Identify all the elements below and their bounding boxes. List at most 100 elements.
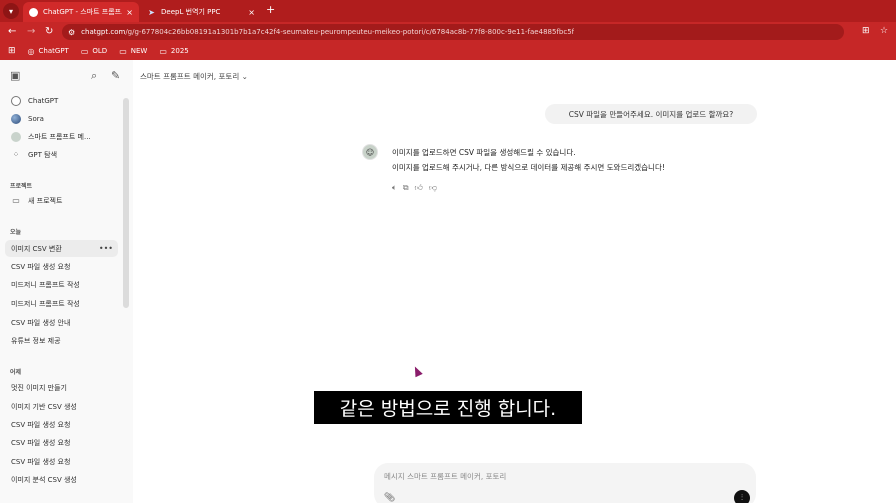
user-message: CSV 파일을 만들어주세요. 이미지를 업로드 할까요? (545, 104, 757, 124)
sidebar: ▣ ⌕ ✎ ChatGPT Sora 스마트 프롬프트 메... ⁘ GPT 탐… (0, 60, 133, 503)
address-bar-row: ← → ↻ ⚙ chatgpt.com/g/g-677804c26bb08191… (0, 22, 896, 42)
chatgpt-icon (11, 95, 21, 106)
search-icon[interactable]: ⌕ (91, 69, 97, 83)
assistant-avatar-icon: ☺ (362, 144, 378, 160)
history-item[interactable]: CSV 파일 생성 요청 (5, 434, 118, 451)
grid-icon: ⁘ (12, 150, 20, 159)
sidebar-item-label: ChatGPT (28, 96, 59, 105)
new-project-button[interactable]: ▭ 새 프로젝트 (5, 192, 118, 209)
tab-close-icon[interactable]: × (126, 8, 133, 17)
history-item[interactable]: CSV 파일 생성 안내 (5, 314, 118, 331)
history-item[interactable]: CSV 파일 생성 요청 (5, 258, 118, 275)
history-item[interactable]: 미드저니 프롬프트 작성 (5, 276, 118, 293)
sora-icon (11, 113, 21, 124)
bookmark-label: NEW (130, 47, 148, 55)
history-item[interactable]: 이미지 분석 CSV 생성 (5, 471, 118, 488)
history-item-label: CSV 파일 생성 요청 (11, 438, 71, 447)
url-path: /g/g-677804c26bb08191a1301b7b1a7c42f4-se… (125, 28, 575, 36)
bookmark-label: ChatGPT (38, 47, 69, 55)
new-chat-icon[interactable]: ✎ (111, 69, 120, 82)
tab-title: DeepL 번역기 PPC (161, 8, 221, 16)
history-item[interactable]: 멋진 이미지 만들기 (5, 379, 118, 396)
url-text: chatgpt.com/g/g-677804c26bb08191a1301b7b… (81, 28, 574, 36)
bookmark-new[interactable]: ▭ NEW (119, 47, 147, 56)
sidebar-item-gpt-explore[interactable]: ⁘ GPT 탐색 (5, 146, 118, 163)
history-item[interactable]: 이미지 CSV 변환 ••• (5, 240, 118, 257)
more-options-icon[interactable]: ••• (99, 244, 113, 253)
chevron-down-icon: ⌄ (241, 72, 248, 81)
history-item-label: 이미지 분석 CSV 생성 (11, 475, 77, 484)
history-item-label: 미드저니 프롬프트 작성 (11, 299, 80, 308)
folder-icon: ▭ (119, 46, 127, 56)
apps-grid-icon[interactable]: ⊞ (8, 46, 16, 56)
assistant-message-line: 이미지를 업로드해 주시거나, 다른 방식으로 데이터를 제공해 주시면 도와드… (392, 163, 665, 172)
folder-plus-icon: ▭ (12, 196, 20, 205)
tab-chatgpt[interactable]: ChatGPT - 스마트 프롬프트 메 × (23, 2, 139, 22)
mouse-cursor (411, 364, 423, 378)
tab-search-icon[interactable]: ▾ (3, 3, 19, 19)
composer-placeholder: 메시지 스마트 프롬프트 메이커, 포토리 (384, 472, 507, 481)
sidebar-item-label: Sora (28, 114, 44, 123)
history-item-label: 미드저니 프롬프트 작성 (11, 280, 80, 289)
sidebar-item-label: 스마트 프롬프트 메... (28, 132, 91, 141)
attach-paperclip-icon[interactable]: 📎︎ (384, 493, 395, 503)
gpt-model-selector[interactable]: 스마트 프롬프트 메이커, 포토리 ⌄ (140, 71, 248, 82)
video-subtitle: 같은 방법으로 진행 합니다. (314, 391, 582, 424)
browser-tab-bar: ▾ ChatGPT - 스마트 프롬프트 메 × ➤ DeepL 번역기 PPC… (0, 0, 896, 22)
site-info-icon[interactable]: ⚙ (68, 28, 75, 37)
bookmark-star-icon[interactable]: ☆ (880, 26, 888, 36)
projects-header: 프로젝트 (10, 183, 33, 190)
history-item[interactable]: 유튜브 정보 제공 (5, 332, 118, 349)
history-item[interactable]: CSV 파일 생성 요청 (5, 416, 118, 433)
sidebar-scrollbar[interactable] (123, 98, 129, 308)
history-item-label: 유튜브 정보 제공 (11, 336, 61, 345)
history-item[interactable]: 이미지 기반 CSV 생성 (5, 398, 118, 415)
tab-title: ChatGPT - 스마트 프롬프트 메 (43, 8, 122, 16)
today-header: 오늘 (10, 229, 22, 236)
history-item[interactable]: CSV 파일 생성 요청 (5, 453, 118, 470)
chatgpt-icon: ◎ (27, 46, 35, 56)
voice-mode-icon[interactable]: ⫶ (734, 490, 750, 503)
history-item[interactable]: 미드저니 프롬프트 작성 (5, 295, 118, 312)
bookmark-2025[interactable]: ▭ 2025 (159, 47, 188, 56)
url-input[interactable]: ⚙ chatgpt.com/g/g-677804c26bb08191a1301b… (62, 24, 844, 40)
gpt-title: 스마트 프롬프트 메이커, 포토리 (140, 72, 240, 81)
bookmark-old[interactable]: ▭ OLD (81, 47, 107, 56)
gpt-avatar-icon (11, 131, 21, 142)
assistant-message-line: 이미지를 업로드하면 CSV 파일을 생성해드릴 수 있습니다. (392, 148, 576, 157)
back-arrow-icon[interactable]: ← (8, 26, 16, 37)
bookmarks-bar: ⊞ ◎ ChatGPT ▭ OLD ▭ NEW ▭ 2025 (0, 42, 896, 60)
sidebar-item-smart-prompt[interactable]: 스마트 프롬프트 메... (5, 128, 118, 145)
bookmark-label: OLD (92, 47, 108, 55)
history-item-label: CSV 파일 생성 요청 (11, 262, 71, 271)
new-tab-button[interactable]: + (266, 3, 275, 16)
sidebar-item-label: GPT 탐색 (28, 150, 58, 159)
url-host: chatgpt.com (81, 28, 126, 36)
sidebar-item-chatgpt[interactable]: ChatGPT (5, 92, 118, 109)
translate-icon[interactable]: ⊞ (862, 26, 870, 36)
read-aloud-icon[interactable]: 🔈︎ (392, 183, 397, 193)
history-item-label: 이미지 기반 CSV 생성 (11, 402, 77, 411)
copy-icon[interactable]: ⧉ (403, 183, 409, 193)
tab-close-icon[interactable]: × (248, 8, 255, 17)
history-item-label: CSV 파일 생성 요청 (11, 457, 71, 466)
folder-icon: ▭ (159, 46, 167, 56)
sidebar-item-sora[interactable]: Sora (5, 110, 118, 127)
yesterday-header: 어제 (10, 369, 22, 376)
thumbs-down-icon[interactable]: 👎︎ (429, 183, 437, 193)
history-item-label: 이미지 CSV 변환 (11, 244, 62, 253)
tab-deepl[interactable]: ➤ DeepL 번역기 PPC × (141, 2, 261, 22)
deepl-favicon-icon: ➤ (148, 7, 155, 17)
history-item-label: CSV 파일 생성 안내 (11, 318, 71, 327)
bookmark-label: 2025 (170, 47, 189, 55)
folder-icon: ▭ (80, 46, 89, 56)
message-composer[interactable]: 메시지 스마트 프롬프트 메이커, 포토리 📎︎ ⫶ (374, 463, 756, 503)
history-item-label: CSV 파일 생성 요청 (11, 420, 71, 429)
history-item-label: 멋진 이미지 만들기 (11, 383, 67, 392)
reload-icon[interactable]: ↻ (45, 26, 53, 37)
sidebar-item-label: 새 프로젝트 (28, 196, 63, 205)
forward-arrow-icon[interactable]: → (27, 26, 35, 37)
thumbs-up-icon[interactable]: 👍︎ (415, 183, 423, 193)
bookmark-chatgpt[interactable]: ◎ ChatGPT (28, 47, 69, 56)
sidebar-toggle-icon[interactable]: ▣ (10, 69, 20, 82)
